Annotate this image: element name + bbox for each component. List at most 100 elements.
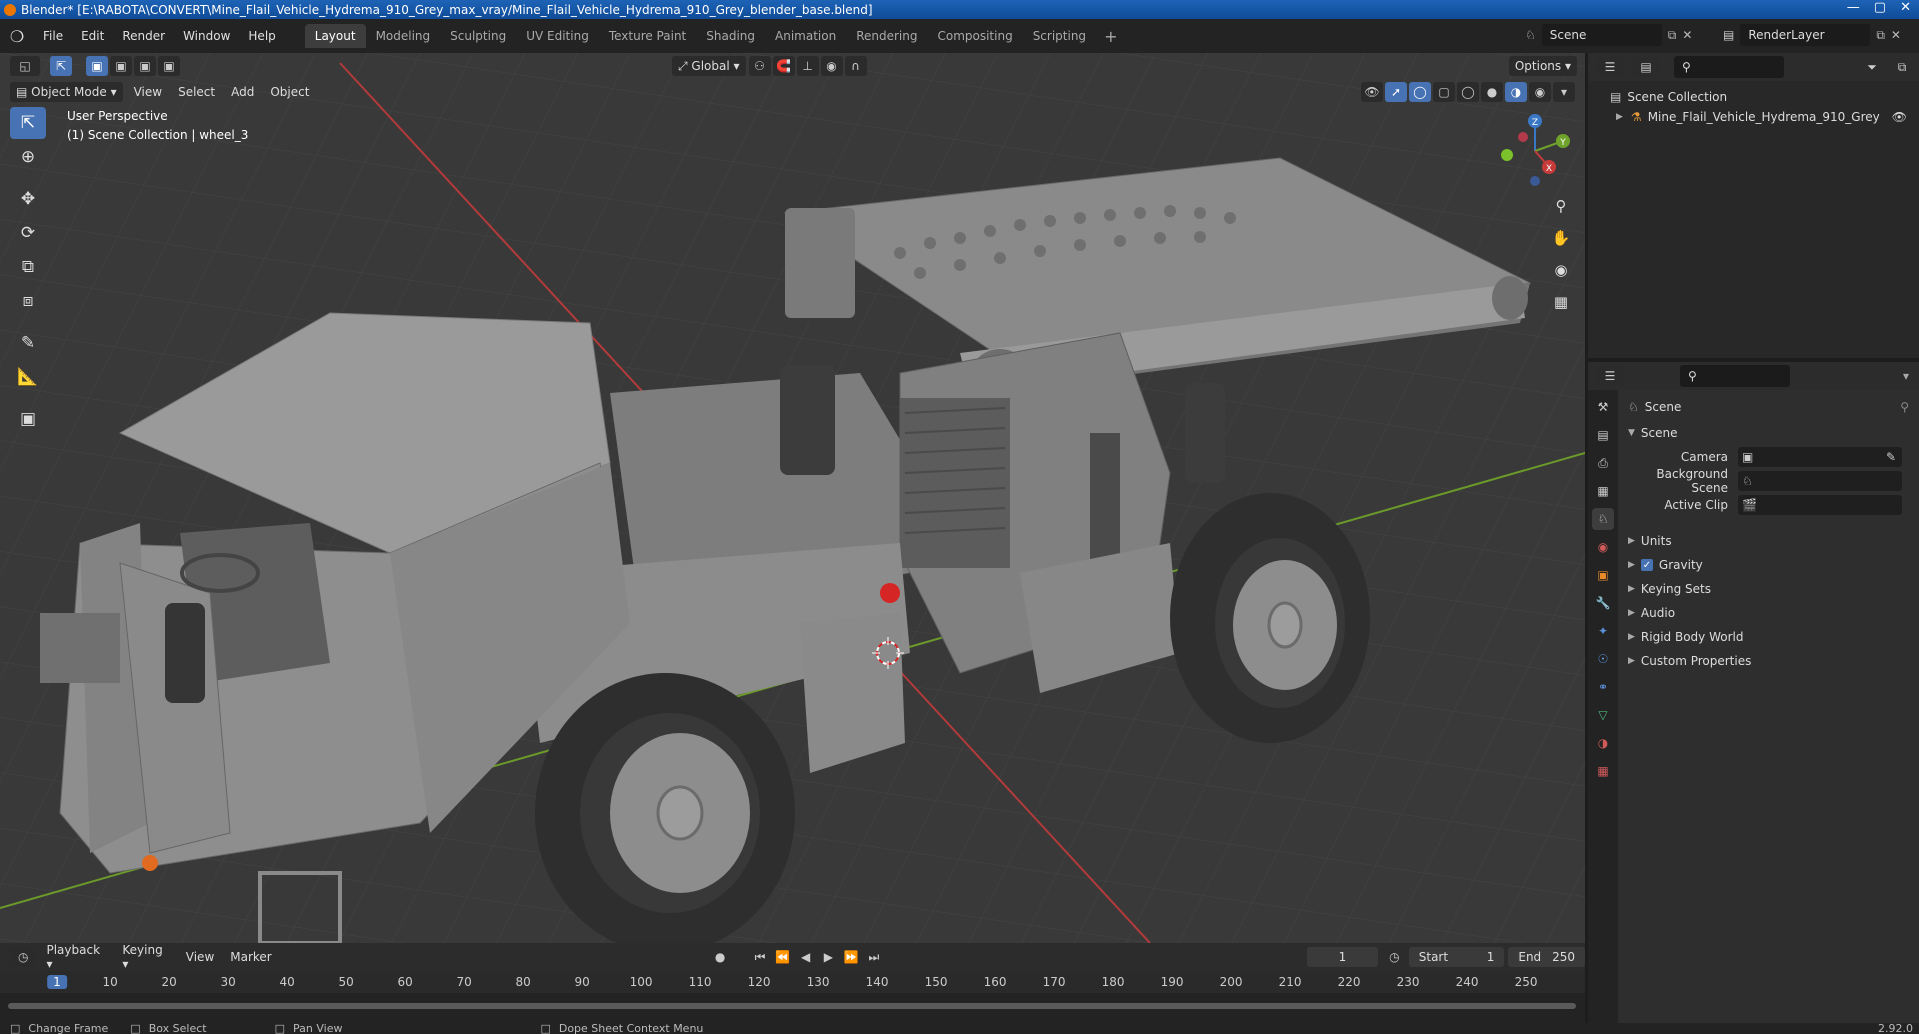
- display-mode-icon[interactable]: ▤: [1632, 57, 1660, 77]
- start-frame-field[interactable]: Start 1: [1408, 947, 1505, 967]
- shading-material-icon[interactable]: ◑: [1505, 82, 1527, 102]
- section-keying-sets[interactable]: ▶ Keying Sets: [1618, 578, 1919, 600]
- data-tab-icon[interactable]: ▽: [1592, 704, 1614, 726]
- menu-help[interactable]: Help: [239, 29, 284, 43]
- perspective-grid-icon[interactable]: ▦: [1548, 289, 1574, 315]
- annotate-tool-icon[interactable]: ✎: [10, 327, 46, 359]
- outliner-item-vehicle[interactable]: ▶ ⚗ Mine_Flail_Vehicle_Hydrema_910_Grey …: [1588, 107, 1919, 127]
- eye-visibility-icon[interactable]: 👁: [1892, 110, 1907, 124]
- timeline-tick[interactable]: 30: [220, 975, 235, 989]
- camera-view-icon[interactable]: ◉: [1548, 257, 1574, 283]
- section-audio[interactable]: ▶ Audio: [1618, 602, 1919, 624]
- tab-sculpting[interactable]: Sculpting: [440, 24, 516, 48]
- render-layer-selector[interactable]: RenderLayer: [1740, 24, 1871, 46]
- timeline-tick[interactable]: 230: [1397, 975, 1420, 989]
- tab-texture-paint[interactable]: Texture Paint: [599, 24, 696, 48]
- shading-wireframe-icon[interactable]: ◯: [1457, 82, 1479, 102]
- select-mode-icon[interactable]: ⇱: [50, 56, 72, 76]
- active-clip-field[interactable]: 🎬: [1738, 495, 1902, 515]
- record-icon[interactable]: ●: [710, 947, 731, 967]
- menu-render[interactable]: Render: [113, 29, 174, 43]
- timeline-tick[interactable]: 110: [689, 975, 712, 989]
- viewport-menu-select[interactable]: Select: [170, 85, 223, 99]
- tab-rendering[interactable]: Rendering: [846, 24, 927, 48]
- scene-selector[interactable]: Scene: [1541, 24, 1662, 46]
- expand-arrow-icon[interactable]: ▶: [1628, 560, 1635, 570]
- tab-modeling[interactable]: Modeling: [366, 24, 441, 48]
- new-collection-icon[interactable]: ⧉: [1891, 57, 1913, 77]
- material-tab-icon[interactable]: ◑: [1592, 732, 1614, 754]
- timeline-menu-keying[interactable]: Keying ▾: [114, 943, 177, 971]
- outliner-editor-type-icon[interactable]: ☰: [1596, 57, 1624, 77]
- section-rigid-body-world[interactable]: ▶ Rigid Body World: [1618, 626, 1919, 648]
- physics-tab-icon[interactable]: ☉: [1592, 648, 1614, 670]
- gravity-checkbox[interactable]: ✓: [1640, 559, 1653, 571]
- timeline-tick[interactable]: 190: [1161, 975, 1184, 989]
- cursor-tool-icon[interactable]: ⊕: [10, 141, 46, 173]
- expand-arrow-icon[interactable]: ▶: [1628, 536, 1635, 546]
- constraints-tab-icon[interactable]: ⚭: [1592, 676, 1614, 698]
- timeline-tick[interactable]: 220: [1338, 975, 1361, 989]
- xray-icon[interactable]: ▢: [1433, 82, 1455, 102]
- timeline-tick[interactable]: 1: [47, 975, 67, 989]
- menu-edit[interactable]: Edit: [72, 29, 113, 43]
- timeline-tick[interactable]: 40: [279, 975, 294, 989]
- tab-shading[interactable]: Shading: [696, 24, 765, 48]
- shading-rendered-icon[interactable]: ◉: [1529, 82, 1551, 102]
- maximize-icon[interactable]: ▢: [1874, 0, 1886, 15]
- timeline-tick[interactable]: 70: [456, 975, 471, 989]
- outliner-scene-collection[interactable]: ▤ Scene Collection: [1588, 87, 1919, 107]
- preview-range-icon[interactable]: ◷: [1384, 947, 1405, 967]
- shading-options-icon[interactable]: ▾: [1553, 82, 1575, 102]
- outliner-search-input[interactable]: ⚲: [1674, 56, 1784, 78]
- delete-layer-icon[interactable]: ✕: [1891, 28, 1901, 42]
- current-frame-field[interactable]: 1: [1306, 947, 1378, 967]
- render-layer-icon[interactable]: ▤: [1723, 28, 1734, 42]
- pin-icon[interactable]: ⚲: [1900, 400, 1909, 414]
- modifier-tab-icon[interactable]: 🔧: [1592, 592, 1614, 614]
- timeline-editor-type-icon[interactable]: ◷: [10, 947, 37, 967]
- scale-tool-icon[interactable]: ⧉: [10, 251, 46, 283]
- timeline-tick[interactable]: 10: [102, 975, 117, 989]
- scene-icon[interactable]: ♘: [1525, 28, 1536, 42]
- pivot-point-icon[interactable]: ⚇: [748, 56, 771, 76]
- viewport-menu-object[interactable]: Object: [262, 85, 317, 99]
- mode-dropdown[interactable]: ▤ Object Mode ▾: [10, 82, 123, 102]
- world-tab-icon[interactable]: ◉: [1592, 536, 1614, 558]
- jump-end-icon[interactable]: ⏭: [864, 947, 885, 967]
- blender-menu-icon[interactable]: ❍: [0, 27, 34, 46]
- jump-keyframe-back-icon[interactable]: ⏪: [772, 947, 793, 967]
- falloff-icon[interactable]: ∩: [844, 56, 867, 76]
- end-frame-field[interactable]: End 250: [1508, 947, 1586, 967]
- 3d-viewport[interactable]: ◱ ⇱ ▣ ▣ ▣ ▣ ⤢ Global ▾ ⚇ 🧲 ⊥ ◉ ∩ Options…: [0, 53, 1585, 943]
- gizmo-toggle-icon[interactable]: ➚: [1385, 82, 1407, 102]
- rotate-tool-icon[interactable]: ⟳: [10, 217, 46, 249]
- overlays-icon[interactable]: ◯: [1409, 82, 1431, 102]
- properties-panel[interactable]: ☰ ⚲ ▾ ⚒ ▤ ⎙ ▦ ♘ ◉ ▣ 🔧 ✦ ☉ ⚭ ▽ ◑ ▦ ♘ Scen…: [1588, 362, 1919, 1023]
- tab-compositing[interactable]: Compositing: [927, 24, 1022, 48]
- timeline-tick[interactable]: 240: [1456, 975, 1479, 989]
- timeline-tick[interactable]: 170: [1043, 975, 1066, 989]
- section-custom-properties[interactable]: ▶ Custom Properties: [1618, 650, 1919, 672]
- navigation-gizmo[interactable]: Z Y X: [1495, 111, 1575, 191]
- timeline-menu-view[interactable]: View: [178, 950, 222, 964]
- output-tab-icon[interactable]: ⎙: [1592, 452, 1614, 474]
- zoom-icon[interactable]: ⚲: [1548, 193, 1574, 219]
- collapse-arrow-icon[interactable]: ▼: [1628, 428, 1635, 438]
- timeline-tick[interactable]: 200: [1220, 975, 1243, 989]
- camera-field[interactable]: ▣ ✎: [1738, 447, 1902, 467]
- play-reverse-icon[interactable]: ◀: [795, 947, 816, 967]
- section-units[interactable]: ▶ Units: [1618, 530, 1919, 552]
- outliner-panel[interactable]: ☰ ▤ ⚲ ⏷ ⧉ ▤ Scene Collection ▶ ⚗ Mine_Fl…: [1588, 53, 1919, 358]
- properties-options-icon[interactable]: ▾: [1903, 369, 1909, 383]
- timeline-tick[interactable]: 150: [925, 975, 948, 989]
- options-dropdown[interactable]: Options ▾: [1508, 56, 1577, 76]
- select-box-extend-icon[interactable]: ▣: [110, 56, 132, 76]
- view-layer-tab-icon[interactable]: ▦: [1592, 480, 1614, 502]
- expand-arrow-icon[interactable]: ▶: [1628, 632, 1635, 642]
- timeline-scrollbar[interactable]: [8, 1003, 1576, 1009]
- jump-start-icon[interactable]: ⏮: [750, 947, 771, 967]
- menu-file[interactable]: File: [34, 29, 72, 43]
- select-box-new-icon[interactable]: ▣: [86, 56, 108, 76]
- timeline-tick[interactable]: 60: [397, 975, 412, 989]
